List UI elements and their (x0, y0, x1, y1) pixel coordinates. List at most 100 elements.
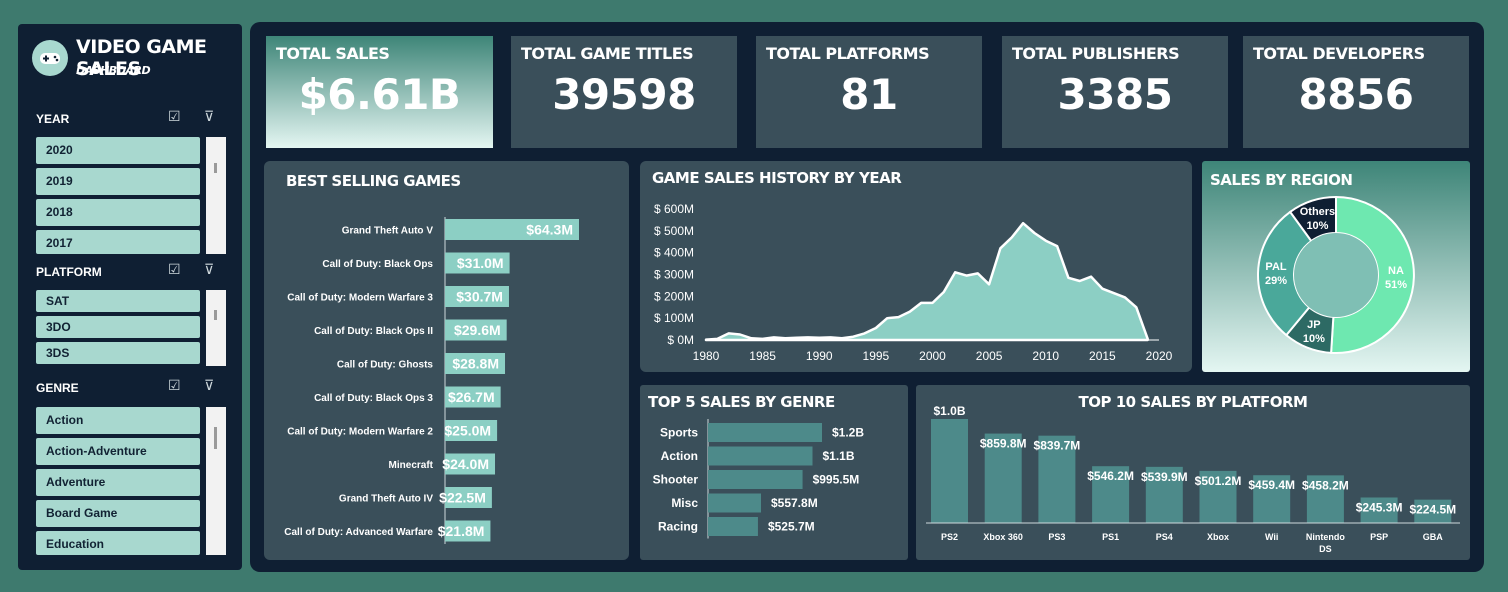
platform-label: DS (1319, 544, 1332, 554)
game-label: Minecraft (389, 460, 434, 471)
value-label: $546.2M (1087, 469, 1134, 483)
value-label: $501.2M (1195, 474, 1242, 488)
value-label: $459.4M (1248, 478, 1295, 492)
game-label: Call of Duty: Modern Warfare 3 (287, 293, 433, 304)
kpi-label: TOTAL SALES (276, 44, 390, 63)
platform-label: PS4 (1156, 532, 1173, 542)
best-selling-games-chart: Grand Theft Auto V $64.3M Call of Duty: Bl… (284, 217, 579, 544)
multi-select-icon[interactable]: ☑ (168, 108, 181, 125)
year-item[interactable]: 2018 (36, 199, 200, 226)
y-tick-label: $ 400M (654, 246, 694, 260)
value-label: $224.5M (1409, 503, 1456, 517)
genre-slicer-label: GENRE (36, 381, 79, 395)
value-label: $525.7M (768, 520, 815, 534)
platform-scrollbar[interactable] (206, 290, 226, 366)
platform-item[interactable]: SAT (36, 290, 200, 312)
value-label: $245.3M (1356, 500, 1403, 514)
x-tick-label: 1995 (863, 349, 890, 363)
genre-label: Sports (660, 426, 698, 440)
platform-bar (931, 419, 968, 523)
genre-item[interactable]: Education (36, 531, 200, 555)
genre-item[interactable]: Board Game (36, 500, 200, 527)
game-label: Grand Theft Auto IV (339, 494, 433, 505)
y-tick-label: $ 200M (654, 289, 694, 303)
genre-item[interactable]: Adventure (36, 469, 200, 496)
game-label: Call of Duty: Ghosts (337, 360, 434, 371)
x-tick-label: 2015 (1089, 349, 1116, 363)
y-tick-label: $ 0M (667, 333, 694, 347)
region-percent: 51% (1385, 279, 1407, 291)
value-label: $21.8M (438, 523, 485, 539)
game-label: Grand Theft Auto V (342, 226, 434, 237)
game-label: Call of Duty: Black Ops (322, 259, 433, 270)
region-percent: 10% (1303, 333, 1325, 345)
sales-by-region-panel: SALES BY REGION NA 51% JP 10% PAL 29% Others 10… (1202, 161, 1470, 372)
main-area: TOTAL SALES $6.61B TOTAL GAME TITLES 395… (250, 22, 1484, 572)
platform-item[interactable]: 3DO (36, 316, 200, 338)
y-tick-label: $ 300M (654, 268, 694, 282)
year-item[interactable]: 2020 (36, 137, 200, 164)
platform-item[interactable]: 3DS (36, 342, 200, 364)
x-tick-label: 2010 (1032, 349, 1059, 363)
x-tick-label: 2020 (1146, 349, 1173, 363)
x-tick-label: 1990 (806, 349, 833, 363)
kpi-total-game-titles: TOTAL GAME TITLES 39598 (511, 36, 737, 148)
genre-bar (708, 517, 758, 536)
region-name: Others (1300, 206, 1335, 218)
multi-select-icon[interactable]: ☑ (168, 377, 181, 394)
value-label: $25.0M (444, 423, 491, 439)
value-label: $28.8M (452, 356, 499, 372)
platform-label: Xbox (1207, 532, 1229, 542)
region-name: PAL (1265, 261, 1286, 273)
value-label: $24.0M (442, 456, 489, 472)
genre-item[interactable]: Action (36, 407, 200, 434)
value-label: $839.7M (1034, 439, 1081, 453)
kpi-total-developers: TOTAL DEVELOPERS 8856 (1243, 36, 1469, 148)
kpi-value: 8856 (1298, 70, 1414, 119)
value-label: $26.7M (448, 389, 495, 405)
kpi-value: 39598 (552, 70, 696, 119)
x-tick-label: 2000 (919, 349, 946, 363)
value-label: $539.9M (1141, 470, 1188, 484)
value-label: $1.1B (823, 449, 855, 463)
y-tick-label: $ 600M (654, 202, 694, 216)
region-percent: 29% (1265, 275, 1287, 287)
genre-label: Shooter (653, 473, 699, 487)
kpi-value: 3385 (1057, 70, 1173, 119)
top-genre-panel: TOP 5 SALES BY GENRE Sports $1.2B Action $1… (640, 385, 908, 560)
sidebar: VIDEO GAME SALES DASHBOARD YEAR ☑ ⊽ 2020… (18, 24, 242, 570)
top-platform-panel: TOP 10 SALES BY PLATFORM $1.0B PS2 $859.8M… (916, 385, 1470, 560)
platform-label: PSP (1370, 532, 1388, 542)
x-tick-label: 2005 (976, 349, 1003, 363)
genre-item[interactable]: Action-Adventure (36, 438, 200, 465)
y-tick-label: $ 100M (654, 311, 694, 325)
clear-filter-icon[interactable]: ⊽ (204, 377, 214, 394)
platform-label: Wii (1265, 532, 1278, 542)
sales-history-panel: GAME SALES HISTORY BY YEAR $ 0M $ 100M $ 2… (640, 161, 1192, 372)
kpi-label: TOTAL DEVELOPERS (1253, 44, 1425, 63)
genre-scrollbar[interactable] (206, 407, 226, 555)
x-tick-label: 1985 (749, 349, 776, 363)
kpi-label: TOTAL PLATFORMS (766, 44, 930, 63)
year-item[interactable]: 2019 (36, 168, 200, 195)
clear-filter-icon[interactable]: ⊽ (204, 108, 214, 125)
value-label: $458.2M (1302, 478, 1349, 492)
value-label: $29.6M (454, 322, 501, 338)
kpi-value: $6.61B (298, 70, 461, 119)
year-item[interactable]: 2017 (36, 230, 200, 254)
region-name: NA (1388, 265, 1404, 277)
value-label: $30.7M (456, 289, 503, 305)
value-label: $1.0B (933, 404, 965, 418)
year-scrollbar[interactable] (206, 137, 226, 254)
region-percent: 10% (1306, 220, 1328, 232)
value-label: $1.2B (832, 426, 864, 440)
y-tick-label: $ 500M (654, 224, 694, 238)
clear-filter-icon[interactable]: ⊽ (204, 261, 214, 278)
platform-label: Xbox 360 (983, 532, 1023, 542)
donut-hole (1294, 233, 1378, 317)
multi-select-icon[interactable]: ☑ (168, 261, 181, 278)
genre-bar (708, 493, 761, 513)
genre-label: Misc (671, 496, 698, 510)
kpi-label: TOTAL PUBLISHERS (1012, 44, 1180, 63)
top-platform-chart: $1.0B PS2 $859.8M Xbox 360 $839.7M PS3 $546.2M… (926, 404, 1460, 554)
